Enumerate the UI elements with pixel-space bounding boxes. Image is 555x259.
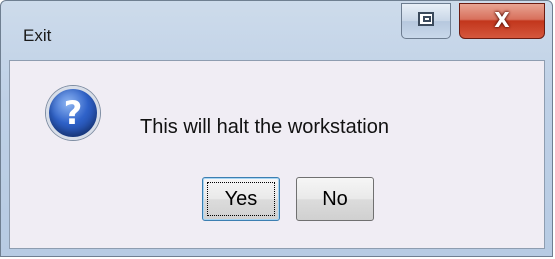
- window-title: Exit: [23, 26, 52, 45]
- no-button-label: No: [322, 188, 348, 210]
- yes-button-label: Yes: [224, 188, 258, 210]
- dialog-message: This will halt the workstation: [140, 116, 389, 138]
- no-button[interactable]: No: [296, 177, 374, 221]
- close-icon: X: [494, 8, 510, 32]
- yes-button[interactable]: Yes: [202, 177, 280, 221]
- restore-button[interactable]: [401, 3, 451, 39]
- close-button[interactable]: X: [459, 3, 545, 39]
- question-glyph: ?: [63, 94, 83, 132]
- title-bar[interactable]: Exit X: [1, 1, 552, 59]
- dialog-body: ? This will halt the workstation Yes No: [9, 60, 545, 249]
- restore-icon: [418, 12, 434, 26]
- question-icon: ?: [46, 86, 100, 140]
- exit-dialog-window: Exit X ? This will halt the workstation …: [0, 0, 553, 257]
